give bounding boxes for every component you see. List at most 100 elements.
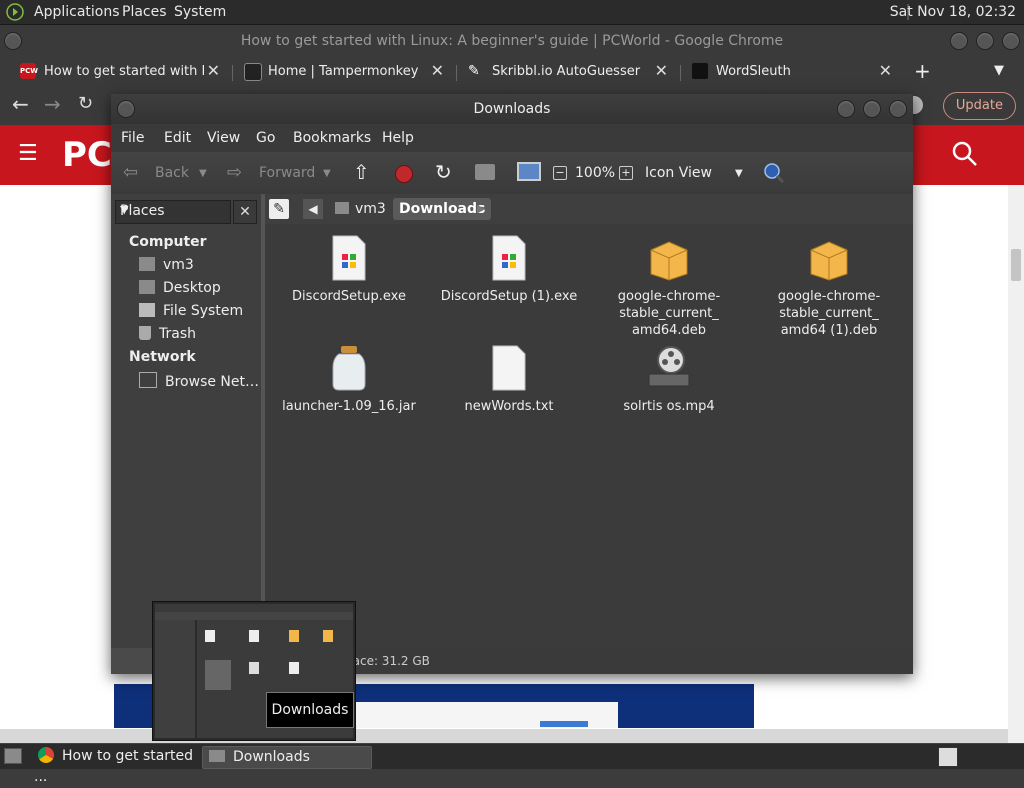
file-item[interactable]: DiscordSetup (1).exe — [429, 234, 589, 305]
reload-icon[interactable]: ↻ — [78, 93, 93, 114]
back-history-dropdown-icon[interactable]: ▼ — [199, 168, 207, 179]
sidebar-item-file-system[interactable]: File System — [139, 303, 243, 319]
back-button[interactable]: Back — [155, 165, 189, 181]
chevron-down-icon: ▼ — [120, 203, 129, 216]
path-bar: ✎ ◀ vm3 Downloads ▶ — [265, 194, 913, 224]
show-desktop-icon[interactable] — [4, 748, 22, 764]
banner-dialog — [354, 702, 618, 728]
file-manager-window: Downloads File Edit View Go Bookmarks He… — [111, 94, 913, 674]
file-name: google-chrome-stable_current_ amd64.deb — [617, 289, 721, 338]
path-scroll-right-icon[interactable]: ▶ — [477, 199, 493, 219]
preview-file-thumb — [205, 630, 215, 642]
menu-go[interactable]: Go — [256, 130, 275, 146]
search-icon[interactable] — [763, 162, 785, 184]
sidebar-item-browse-network[interactable]: Browse Net… — [139, 372, 259, 390]
taskbar-item-chrome[interactable]: How to get started ... — [34, 746, 200, 785]
search-icon[interactable] — [950, 139, 980, 169]
applications-menu[interactable]: Applications — [34, 4, 120, 20]
preview-menubar — [155, 604, 353, 612]
file-item[interactable]: solrtis os.mp4 — [589, 344, 749, 415]
file-grid: DiscordSetup.exe DiscordSetup (1).exe go… — [265, 224, 913, 648]
minimize-button[interactable] — [950, 32, 968, 50]
home-folder-icon — [335, 202, 349, 214]
preview-toolbar — [155, 612, 353, 620]
menu-view[interactable]: View — [207, 130, 240, 146]
folder-icon — [209, 750, 225, 762]
clock[interactable]: Sat Nov 18, 02:32 — [890, 4, 1016, 20]
chrome-window-title: How to get started with Linux: A beginne… — [240, 33, 784, 49]
fm-window-title: Downloads — [473, 101, 551, 117]
sidebar-heading-computer: Computer — [129, 234, 207, 250]
zoom-out-icon[interactable]: − — [553, 166, 567, 180]
preview-file-thumb — [249, 662, 259, 674]
path-scroll-left-icon[interactable]: ◀ — [303, 199, 323, 219]
menu-bookmarks[interactable]: Bookmarks — [293, 130, 371, 146]
film-reel-icon — [645, 344, 693, 392]
close-button[interactable] — [889, 100, 907, 118]
update-button[interactable]: Update — [942, 92, 1016, 120]
preview-file-thumb — [205, 660, 231, 690]
distro-logo-icon[interactable] — [6, 3, 24, 21]
workspace-switcher[interactable] — [938, 747, 958, 767]
tab-close-icon[interactable]: ✕ — [655, 61, 668, 80]
sidebar-type-select[interactable]: Places ▼ — [115, 200, 231, 224]
menu-file[interactable]: File — [121, 130, 144, 146]
menu-edit[interactable]: Edit — [164, 130, 191, 146]
view-mode-select[interactable]: Icon View — [645, 165, 712, 181]
tab-label: WordSleuth — [716, 64, 791, 79]
file-name: DiscordSetup.exe — [292, 289, 406, 304]
view-mode-dropdown-icon[interactable]: ▼ — [735, 168, 743, 179]
exe-icon — [325, 234, 373, 282]
tab-label: How to get started with Lin — [44, 64, 204, 79]
minimize-button[interactable] — [837, 100, 855, 118]
menu-help[interactable]: Help — [382, 130, 414, 146]
text-file-icon — [485, 344, 533, 392]
forward-history-dropdown-icon[interactable]: ▼ — [323, 168, 331, 179]
system-menu[interactable]: System — [174, 4, 226, 20]
back-arrow-icon[interactable]: ⇦ — [123, 162, 138, 183]
close-button[interactable] — [1002, 32, 1020, 50]
new-tab-plus-icon[interactable]: + — [914, 59, 931, 83]
sidebar-close-button[interactable]: ✕ — [233, 200, 257, 224]
file-item[interactable]: DiscordSetup.exe — [269, 234, 429, 305]
tab-pcworld[interactable]: PCW How to get started with Lin ✕ — [8, 57, 230, 87]
fm-titlebar[interactable]: Downloads — [111, 94, 913, 124]
stop-icon[interactable] — [395, 165, 413, 183]
taskbar-item-downloads[interactable]: Downloads — [202, 746, 372, 769]
sidebar-item-trash[interactable]: Trash — [139, 326, 196, 342]
up-arrow-icon[interactable]: ⇧ — [353, 160, 370, 184]
tab-wordsleuth[interactable]: WordSleuth ✕ — [680, 57, 902, 87]
file-name: newWords.txt — [464, 399, 554, 414]
file-item[interactable]: newWords.txt — [429, 344, 589, 415]
tab-close-icon[interactable]: ✕ — [431, 61, 444, 80]
forward-arrow-icon[interactable]: ⇨ — [227, 162, 242, 183]
file-item[interactable]: launcher-1.09_16.jar — [269, 344, 429, 415]
computer-icon[interactable] — [517, 162, 541, 181]
tab-search-chevron-icon[interactable]: ▼ — [994, 63, 1004, 78]
sidebar-heading-network: Network — [129, 349, 196, 365]
pcworld-logo[interactable]: PC — [62, 135, 112, 175]
forward-button[interactable]: Forward — [259, 165, 315, 181]
tab-close-icon[interactable]: ✕ — [207, 61, 220, 80]
tab-close-icon[interactable]: ✕ — [879, 61, 892, 80]
path-segment-vm3[interactable]: vm3 — [329, 199, 392, 219]
trash-icon — [139, 326, 151, 340]
maximize-button[interactable] — [976, 32, 994, 50]
reload-icon[interactable]: ↻ — [435, 160, 452, 184]
tab-tampermonkey[interactable]: Home | Tampermonkey ✕ — [232, 57, 454, 87]
tab-skribbl[interactable]: ✎ Skribbl.io AutoGuesser ✕ — [456, 57, 678, 87]
maximize-button[interactable] — [863, 100, 881, 118]
forward-arrow-icon[interactable]: → — [44, 92, 61, 116]
file-item[interactable]: google-chrome-stable_current_ amd64 (1).d… — [749, 234, 909, 339]
zoom-in-icon[interactable]: + — [619, 166, 633, 180]
places-menu[interactable]: Places — [122, 4, 167, 20]
edit-location-icon[interactable]: ✎ — [269, 199, 289, 219]
file-item[interactable]: google-chrome-stable_current_ amd64.deb — [589, 234, 749, 339]
sidebar-item-vm3[interactable]: vm3 — [139, 257, 194, 273]
back-arrow-icon[interactable]: ← — [12, 92, 29, 116]
chrome-titlebar[interactable]: How to get started with Linux: A beginne… — [0, 25, 1024, 57]
home-folder-icon[interactable] — [475, 164, 495, 180]
sidebar-item-desktop[interactable]: Desktop — [139, 280, 221, 296]
hamburger-menu-icon[interactable]: ☰ — [18, 141, 38, 166]
scrollbar-thumb[interactable] — [1011, 249, 1021, 281]
